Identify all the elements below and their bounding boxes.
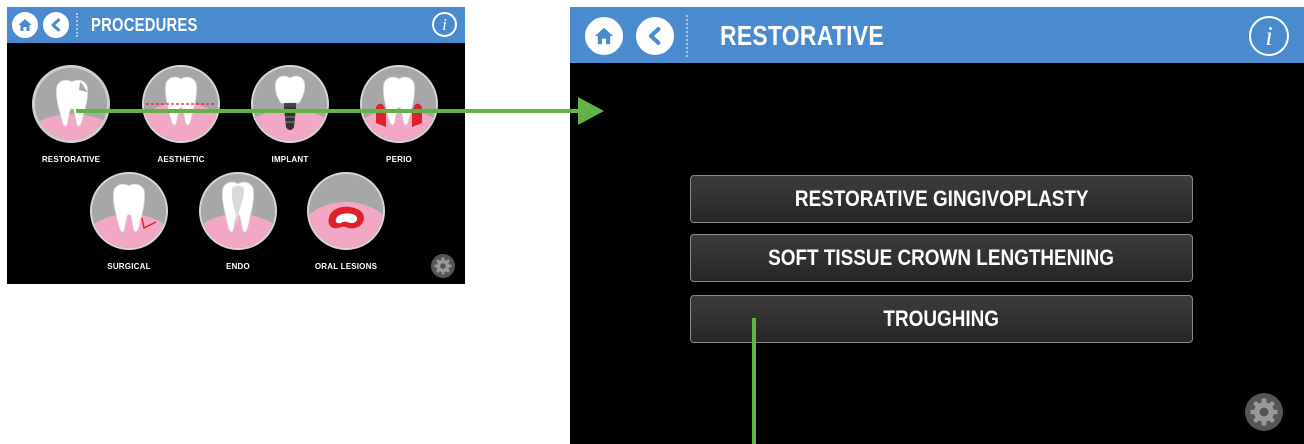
home-icon	[595, 27, 613, 45]
oral-lesion-icon	[307, 172, 385, 250]
procedures-screen: PROCEDURES i RESTORATIVE AESTHETIC IMPLA…	[7, 7, 465, 284]
title-bar: RESTORATIVE i	[570, 7, 1304, 63]
restorative-screen: RESTORATIVE i RESTORATIVE GINGIVOPLASTY …	[570, 7, 1304, 444]
endo-tooth-icon	[199, 172, 277, 250]
procedure-label: ENDO	[226, 262, 250, 271]
back-icon	[648, 27, 661, 45]
menu-button-restorative-gingivoplasty[interactable]: RESTORATIVE GINGIVOPLASTY	[690, 175, 1193, 223]
title-bar: PROCEDURES i	[7, 7, 465, 43]
gear-icon	[1250, 398, 1278, 426]
menu-button-label: SOFT TISSUE CROWN LENGTHENING	[768, 245, 1115, 270]
back-button[interactable]	[636, 17, 674, 55]
home-button[interactable]	[585, 17, 623, 55]
menu-button-soft-tissue-crown-lengthening[interactable]: SOFT TISSUE CROWN LENGTHENING	[690, 234, 1193, 282]
procedure-aesthetic[interactable]: AESTHETIC	[142, 65, 220, 164]
arrow-line-vertical	[752, 318, 756, 444]
procedure-oral-lesions[interactable]: ORAL LESIONS	[307, 172, 385, 271]
surgical-tooth-icon	[90, 172, 168, 250]
procedure-label: RESTORATIVE	[41, 155, 101, 164]
settings-button[interactable]	[1245, 393, 1283, 431]
perio-tooth-icon	[360, 65, 438, 143]
gear-icon	[434, 257, 452, 275]
info-icon: i	[442, 14, 447, 34]
menu-button-label: TROUGHING	[883, 306, 1000, 331]
aesthetic-tooth-icon	[142, 65, 220, 143]
back-button[interactable]	[43, 12, 69, 38]
restorative-tooth-icon	[32, 65, 110, 143]
back-icon	[51, 18, 60, 32]
page-title: RESTORATIVE	[720, 20, 884, 51]
procedure-label: AESTHETIC	[157, 155, 205, 164]
menu-button-troughing[interactable]: TROUGHING	[690, 295, 1193, 343]
arrow-line-horizontal	[76, 109, 582, 113]
info-icon: i	[1265, 20, 1273, 51]
menu-button-label: RESTORATIVE GINGIVOPLASTY	[794, 186, 1089, 211]
title-separator	[76, 13, 78, 37]
procedure-restorative[interactable]: RESTORATIVE	[32, 65, 110, 164]
procedure-perio[interactable]: PERIO	[360, 65, 438, 164]
info-button[interactable]: i	[1249, 16, 1289, 56]
arrow-head-right-icon	[578, 97, 604, 125]
title-separator	[686, 15, 688, 57]
procedure-endo[interactable]: ENDO	[199, 172, 277, 271]
page-title: PROCEDURES	[91, 15, 198, 35]
procedure-label: IMPLANT	[271, 155, 309, 164]
procedure-surgical[interactable]: SURGICAL	[90, 172, 168, 271]
info-button[interactable]: i	[432, 12, 457, 37]
settings-button[interactable]	[431, 254, 455, 278]
home-button[interactable]	[12, 12, 38, 38]
procedure-implant[interactable]: IMPLANT	[251, 65, 329, 164]
procedure-label: SURGICAL	[107, 262, 151, 271]
procedure-label: ORAL LESIONS	[314, 262, 378, 271]
procedure-label: PERIO	[386, 155, 412, 164]
implant-tooth-icon	[251, 65, 329, 143]
home-icon	[18, 19, 32, 31]
